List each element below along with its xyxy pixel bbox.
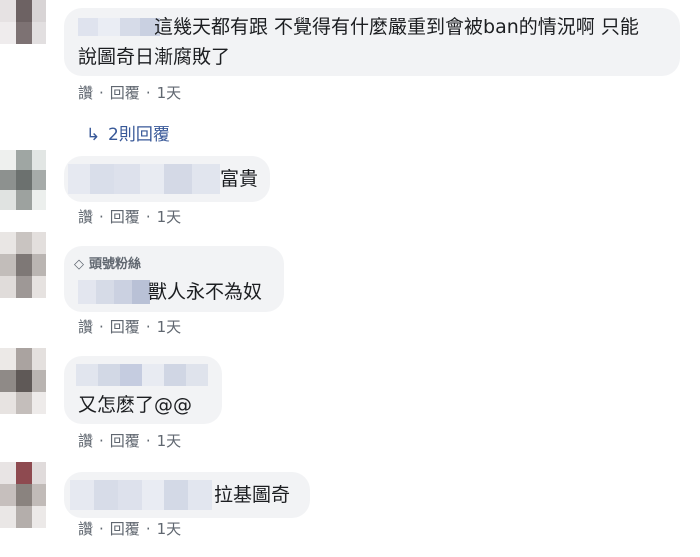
comment-text: 富貴: [220, 168, 259, 190]
comment: 富貴 讚 · 回覆 · 1天: [0, 150, 700, 235]
avatar[interactable]: [0, 150, 46, 210]
comment-bubble: 又怎麽了@@: [64, 356, 222, 424]
comment-bubble: 這幾天都有跟 不覺得有什麼嚴重到會被ban的情況啊 只能 說圖奇日漸腐敗了: [64, 8, 680, 76]
top-fan-label: 頭號粉絲: [89, 257, 142, 272]
redacted-author-name: [68, 164, 220, 194]
top-fan-badge: ◇ 頭號粉絲: [74, 253, 141, 272]
timestamp[interactable]: 1天: [157, 518, 182, 539]
reply-button[interactable]: 回覆: [110, 206, 140, 227]
redacted-author-name: [76, 364, 208, 386]
avatar[interactable]: [0, 348, 46, 414]
comment-bubble: 富貴: [64, 156, 270, 202]
reply-button[interactable]: 回覆: [110, 518, 140, 539]
reply-button[interactable]: 回覆: [110, 316, 140, 337]
view-replies-link[interactable]: ↳ 2則回覆: [86, 120, 170, 145]
timestamp[interactable]: 1天: [157, 316, 182, 337]
timestamp[interactable]: 1天: [157, 206, 182, 227]
like-button[interactable]: 讚: [78, 316, 93, 337]
reply-button[interactable]: 回覆: [110, 82, 140, 103]
like-button[interactable]: 讚: [78, 518, 93, 539]
view-replies-label: 2則回覆: [108, 125, 170, 145]
redacted-author-name: [78, 14, 160, 40]
comment-actions: 讚 · 回覆 · 1天: [78, 430, 182, 451]
comment-text: 拉基圖奇: [214, 484, 291, 506]
reply-button[interactable]: 回覆: [110, 430, 140, 451]
avatar[interactable]: [0, 462, 46, 528]
timestamp[interactable]: 1天: [157, 430, 182, 451]
comment-bubble: 拉基圖奇: [64, 472, 310, 518]
like-button[interactable]: 讚: [78, 206, 93, 227]
comment-text: 又怎麽了@@: [78, 394, 193, 416]
reply-arrow-icon: ↳: [86, 125, 101, 145]
comment: 拉基圖奇 讚 · 回覆 · 1天: [0, 462, 700, 557]
redacted-author-name: [78, 280, 150, 304]
diamond-icon: ◇: [74, 257, 84, 272]
comment-actions: 讚 · 回覆 · 1天: [78, 316, 182, 337]
comment-actions: 讚 · 回覆 · 1天: [78, 206, 182, 227]
comment-actions: 讚 · 回覆 · 1天: [78, 518, 182, 539]
comment-text: 這幾天都有跟 不覺得有什麼嚴重到會被ban的情況啊 只能: [154, 16, 639, 38]
redacted-author-name: [70, 480, 212, 510]
comment-text-line2: 說圖奇日漸腐敗了: [78, 46, 231, 68]
avatar[interactable]: [0, 232, 46, 298]
like-button[interactable]: 讚: [78, 430, 93, 451]
avatar[interactable]: [0, 0, 46, 44]
comment-actions: 讚 · 回覆 · 1天: [78, 82, 182, 103]
comment-bubble: ◇ 頭號粉絲 獸人永不為奴: [64, 246, 284, 312]
like-button[interactable]: 讚: [78, 82, 93, 103]
comment: 又怎麽了@@ 讚 · 回覆 · 1天: [0, 348, 700, 458]
comment-text: 獸人永不為奴: [148, 281, 263, 303]
comment: 這幾天都有跟 不覺得有什麼嚴重到會被ban的情況啊 只能 說圖奇日漸腐敗了 讚 ·…: [0, 0, 700, 110]
timestamp[interactable]: 1天: [157, 82, 182, 103]
comment: ◇ 頭號粉絲 獸人永不為奴 讚 · 回覆 · 1天: [0, 232, 700, 342]
